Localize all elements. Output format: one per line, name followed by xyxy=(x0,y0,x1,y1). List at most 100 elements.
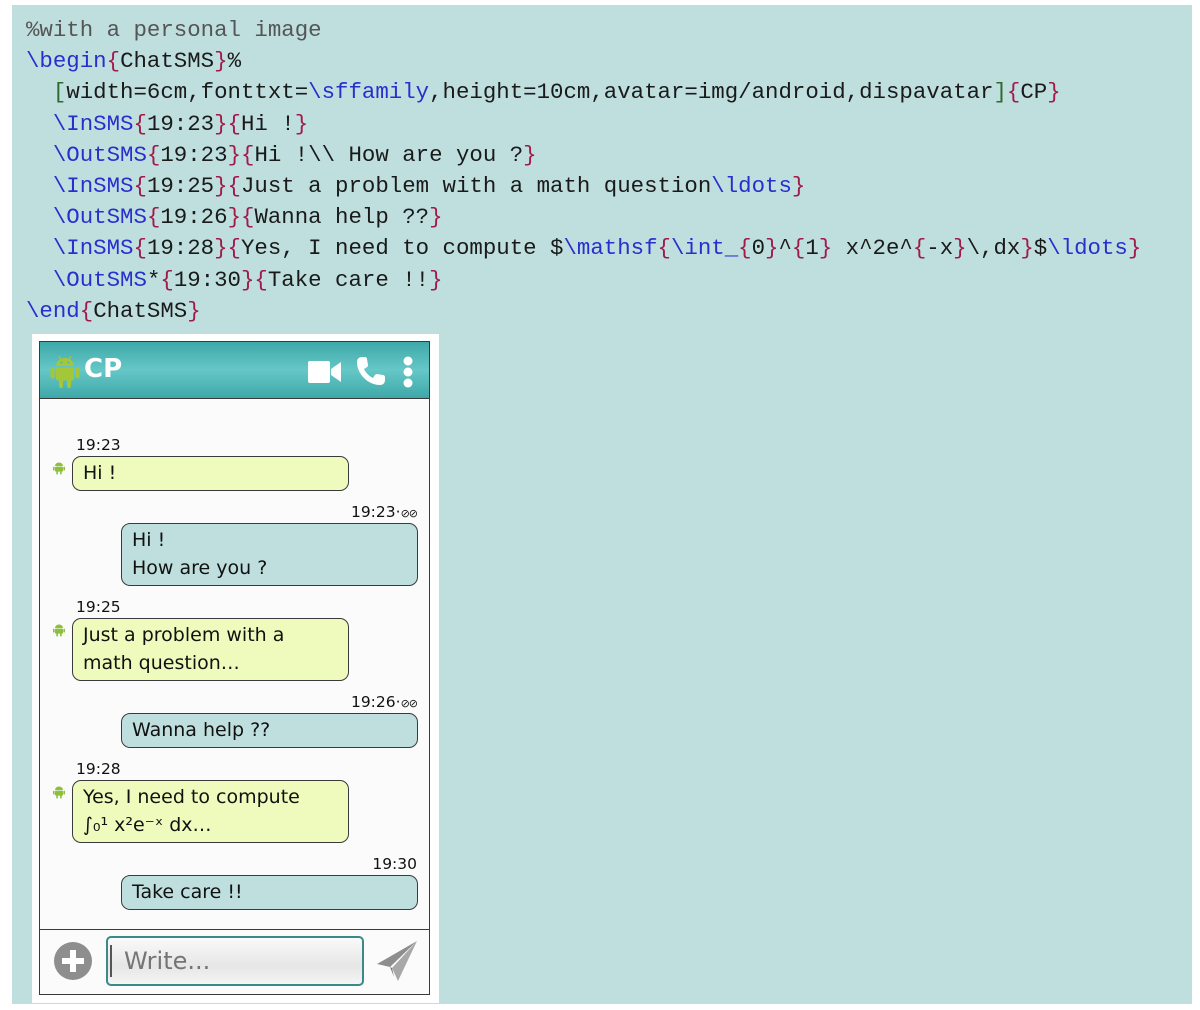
code-token-cmd: \begin xyxy=(26,48,107,75)
message-text: Hi ! xyxy=(132,529,166,551)
code-token-comment: %with a personal image xyxy=(26,17,322,43)
code-token-brace: { xyxy=(657,235,671,262)
code-token-cmd: \mathsf xyxy=(563,235,658,262)
code-token-brace: { xyxy=(79,297,94,324)
message-text: Hi ! xyxy=(83,462,117,484)
timestamp-text: 19:23 xyxy=(350,503,396,521)
code-token-text: $ xyxy=(1033,235,1048,262)
message-text: How are you ? xyxy=(132,557,268,579)
message-text: Wanna help ?? xyxy=(132,719,271,741)
code-token-brace: }{ xyxy=(214,235,241,262)
code-token-brace: } xyxy=(429,266,443,293)
code-token-brace: } xyxy=(214,48,228,75)
code-line: \begin{ChatSMS}% xyxy=(26,46,1141,77)
code-line: \OutSMS{19:23}{Hi !\\ How are you ?} xyxy=(26,140,1141,171)
code-token-brace: } xyxy=(523,141,537,168)
message-text: Just a problem with a xyxy=(83,624,285,646)
message-input[interactable] xyxy=(106,936,364,986)
code-line: \InSMS{19:28}{Yes, I need to compute $\m… xyxy=(26,233,1141,264)
code-token-text: ChatSMS xyxy=(120,48,215,75)
code-token-cmd: \end xyxy=(26,297,80,324)
timestamp-text: 19:25 xyxy=(76,598,121,616)
code-token-brace: } xyxy=(791,172,806,199)
code-line: \OutSMS*{19:30}{Take care !!} xyxy=(26,265,1141,296)
outgoing-message-bubble: Take care !! xyxy=(121,875,418,910)
code-line: \end{ChatSMS} xyxy=(26,296,1141,327)
code-token-text: * xyxy=(146,266,161,293)
code-token-text: width=6cm,fonttxt= xyxy=(66,79,309,106)
message-text: Take care !! xyxy=(132,881,243,903)
code-token-text: 19:23 xyxy=(146,110,215,137)
code-token-text: -x xyxy=(926,235,954,262)
message-text: ∫₀¹ x²e⁻ˣ dx… xyxy=(83,814,212,836)
message-timestamp: 19:30 xyxy=(372,855,417,873)
code-token-cmd: \int_ xyxy=(670,235,739,262)
timestamp-text: 19:28 xyxy=(76,760,121,778)
android-icon xyxy=(53,460,65,475)
send-paper-plane-icon[interactable] xyxy=(376,940,418,982)
message-text: math question… xyxy=(83,652,240,674)
code-token-brace: { xyxy=(160,266,174,293)
code-token-brace: } xyxy=(818,235,833,262)
code-token-cmd: \OutSMS xyxy=(52,266,147,293)
message-timestamp: 19:25 xyxy=(76,598,121,616)
code-token-brace: { xyxy=(133,110,147,137)
code-token-cmd: \OutSMS xyxy=(52,204,147,231)
code-token-brace: } xyxy=(294,110,309,137)
android-icon xyxy=(53,784,65,799)
code-token-cmd: \OutSMS xyxy=(52,141,147,168)
code-token-brace: { xyxy=(106,48,121,75)
code-token-brace: } xyxy=(1020,235,1034,262)
code-token-brace: { xyxy=(133,172,147,199)
code-token-cmd: \ldots xyxy=(1047,235,1128,262)
code-token-brace: { xyxy=(146,204,161,231)
code-token-bracket: ] xyxy=(993,79,1007,106)
code-token-text: ^ xyxy=(778,235,792,262)
plus-circle-icon[interactable] xyxy=(54,942,92,980)
more-vertical-icon[interactable] xyxy=(402,356,414,388)
code-token-text: Take care !! xyxy=(267,266,430,293)
outgoing-message-bubble: Wanna help ?? xyxy=(121,713,418,748)
chat-header: CP xyxy=(40,342,429,399)
message-timestamp: 19:28 xyxy=(76,760,121,778)
code-token-text: CP xyxy=(1020,79,1048,106)
code-token-text: 19:30 xyxy=(173,266,241,293)
code-token-text: 19:25 xyxy=(146,172,215,199)
phone-icon[interactable] xyxy=(356,356,386,386)
incoming-message-bubble: Hi ! xyxy=(72,456,349,491)
chat-preview-frame: CP 19:23 Hi ! 19:23·⊘⊘ Hi ! How are you ? 19:… xyxy=(32,334,439,1003)
code-token-brace: } xyxy=(1127,235,1142,262)
code-token-text: \,dx xyxy=(966,235,1021,262)
message-text: Yes, I need to compute xyxy=(83,786,300,808)
code-token-brace: }{ xyxy=(241,266,268,293)
code-token-text: Hi !\\ How are you ? xyxy=(254,141,524,168)
outgoing-message-bubble: Hi ! How are you ? xyxy=(121,523,418,586)
phone-chat-window: CP 19:23 Hi ! 19:23·⊘⊘ Hi ! How are you ? 19:… xyxy=(39,341,430,995)
code-token-text: ChatSMS xyxy=(93,297,188,324)
code-token-text: 19:26 xyxy=(160,204,228,231)
video-camera-icon[interactable] xyxy=(308,359,342,385)
code-token-text: x^2e^ xyxy=(832,235,913,262)
code-line: %with a personal image xyxy=(26,15,1141,46)
code-token-brace: { xyxy=(133,235,147,262)
code-token-brace: { xyxy=(912,235,927,262)
android-icon xyxy=(50,355,80,388)
android-icon xyxy=(53,622,65,637)
code-token-brace: } xyxy=(1047,79,1061,106)
code-token-cmd: \InSMS xyxy=(52,172,134,199)
code-line: [width=6cm,fonttxt=\sffamily,height=10cm… xyxy=(26,77,1141,108)
timestamp-text: 19:30 xyxy=(372,855,417,873)
code-token-brace: } xyxy=(429,204,443,231)
code-token-text: Yes, I need to compute $ xyxy=(241,235,564,262)
message-timestamp: 19:23·⊘⊘ xyxy=(350,503,418,523)
code-token-cmd: \sffamily xyxy=(308,79,430,106)
code-token-text: % xyxy=(227,48,241,75)
code-token-cmd: \ldots xyxy=(711,172,792,199)
message-timestamp: 19:26·⊘⊘ xyxy=(351,693,418,713)
code-line: \OutSMS{19:26}{Wanna help ??} xyxy=(26,202,1141,233)
